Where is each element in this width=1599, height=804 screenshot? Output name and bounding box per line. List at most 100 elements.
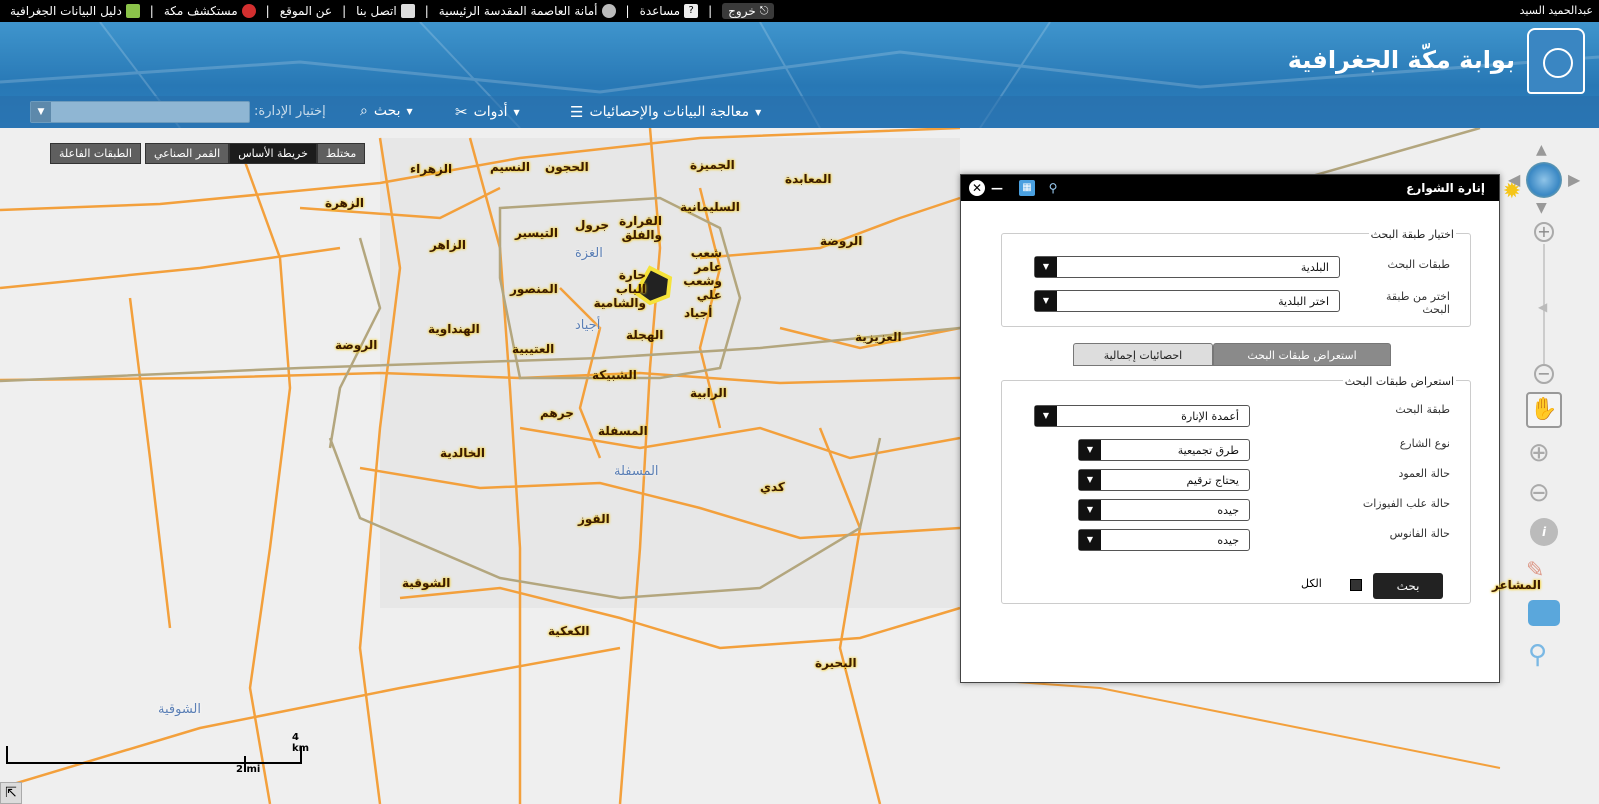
fieldset-legend: استعراض طبقات البحث xyxy=(1342,375,1456,388)
top-links: دليل البيانات الجغرافية | مستكشف مكة | ع… xyxy=(10,0,775,22)
map-label: الغزة xyxy=(575,246,603,261)
link-help[interactable]: ? مساعدة xyxy=(640,4,699,18)
chevron-down-icon: ▼ xyxy=(1035,291,1057,311)
map-label: السليمانية xyxy=(680,200,740,214)
separator: | xyxy=(342,4,347,18)
search-icon: ⌕ xyxy=(360,103,368,119)
link-explorer[interactable]: مستكشف مكة xyxy=(164,4,256,18)
lamp-status-label: حالة الفانوس xyxy=(1389,527,1450,540)
active-layers-button[interactable]: الطبقات الفاعلة xyxy=(50,143,141,164)
fuse-status-select[interactable]: جيده ▼ xyxy=(1078,499,1250,521)
browse-fieldset: استعراض طبقات البحث طبقة البحث أعمدة الإ… xyxy=(1001,375,1471,604)
expand-arrow-icon[interactable]: ⇱ xyxy=(0,782,22,804)
map-label: الهجلة xyxy=(626,328,664,342)
map-label: أجياد xyxy=(575,318,601,333)
search-button[interactable]: بحث xyxy=(1373,573,1443,599)
data-guide-icon xyxy=(125,4,140,18)
basemap-button[interactable]: خريطة الأساس xyxy=(229,143,317,164)
nav-label: أدوات xyxy=(473,104,508,120)
zoom-out-tool-icon[interactable]: ⊖ xyxy=(1528,478,1550,508)
pan-left-icon[interactable]: ◀ xyxy=(1508,170,1520,189)
mixed-button[interactable]: مختلط xyxy=(316,143,366,164)
separator: | xyxy=(625,4,630,18)
street-type-select[interactable]: طرق تجميعية ▼ xyxy=(1078,439,1250,461)
link-label: مساعدة xyxy=(639,4,681,18)
map-label: أجياد xyxy=(684,306,713,320)
minimize-icon[interactable]: — xyxy=(989,180,1005,196)
map-label: الكعكية xyxy=(548,624,590,638)
pan-up-icon[interactable]: ▲ xyxy=(1536,142,1547,158)
map-label: القوز xyxy=(578,512,610,526)
chevron-down-icon: ▼ xyxy=(513,107,520,117)
nav-tools[interactable]: ▼ أدوات ✂ xyxy=(455,103,520,121)
tab-browse-layers[interactable]: استعراض طبقات البحث xyxy=(1213,343,1391,366)
search-layer-fieldset: اختيار طبقة البحث طبقات البحث البلدية ▼ ا… xyxy=(1001,228,1471,327)
contact-icon xyxy=(400,4,415,18)
chevron-down-icon: ▼ xyxy=(1035,257,1057,277)
layer-switcher: الطبقات الفاعلة القمر الصناعي خريطة الأس… xyxy=(50,143,366,164)
nav-search[interactable]: ▼ بحث ⌕ xyxy=(360,103,413,119)
nav-data-processing[interactable]: ▼ معالجة البيانات والإحصائيات ☰ xyxy=(570,103,761,121)
choose-municipality-select[interactable]: اختر البلدية ▼ xyxy=(1034,290,1340,312)
search-layers-label: طبقات البحث xyxy=(1387,258,1450,271)
chevron-down-icon: ▼ xyxy=(1035,406,1057,426)
header: بوابة مكّة الجغرافية ▼ معالجة البيانات و… xyxy=(0,22,1599,128)
pan-down-icon[interactable]: ▼ xyxy=(1536,200,1547,216)
camera-icon[interactable] xyxy=(1528,600,1560,626)
zoom-slider-handle[interactable]: ◀ xyxy=(1538,300,1547,314)
select-value: أعمدة الإنارة xyxy=(1181,410,1239,423)
lamp-status-select[interactable]: جيده ▼ xyxy=(1078,529,1250,551)
search-layers-select[interactable]: البلدية ▼ xyxy=(1034,256,1340,278)
separator: | xyxy=(424,4,429,18)
top-bar: عبدالحميد السيد دليل البيانات الجغرافية … xyxy=(0,0,1599,22)
database-icon: ☰ xyxy=(570,103,584,121)
select-value: يحتاج ترقيم xyxy=(1186,474,1239,487)
map-label: كدي xyxy=(760,480,785,494)
portal-title: بوابة مكّة الجغرافية xyxy=(1287,46,1515,74)
select-value: طرق تجميعية xyxy=(1177,444,1239,457)
map-label: البحيرة xyxy=(815,656,857,670)
pole-status-select[interactable]: يحتاج ترقيم ▼ xyxy=(1078,469,1250,491)
pan-right-icon[interactable]: ▶ xyxy=(1568,170,1580,189)
zoom-in-tool-icon[interactable]: ⊕ xyxy=(1528,438,1550,468)
link-label: اتصل بنا xyxy=(356,4,397,18)
street-lighting-panel: إنارة الشوارع ✕ — ▦ ⚲ ✹ اختيار طبقة البح… xyxy=(960,174,1521,683)
map-label: الروضة xyxy=(335,338,378,352)
map-navigation-tools: ◀ ▶ ▲ ▼ + ◀ − ✋ ⊕ ⊖ i ✎ المشاعر ⚲ xyxy=(1492,140,1596,700)
tab-statistics[interactable]: احصائيات إجمالية xyxy=(1073,343,1213,366)
link-about[interactable]: عن الموقع xyxy=(280,4,332,18)
map-label: الشبيكة xyxy=(592,368,637,382)
close-icon[interactable]: ✕ xyxy=(969,180,985,196)
map-pin-icon[interactable]: ⚲ xyxy=(1045,180,1061,196)
admin-select[interactable]: ▼ xyxy=(30,101,250,123)
search-layer-label: طبقة البحث xyxy=(1395,403,1450,416)
link-municipality[interactable]: أمانة العاصمة المقدسة الرئيسية xyxy=(439,4,616,18)
explorer-icon xyxy=(241,4,256,18)
map-label: الروضة xyxy=(820,234,863,248)
search-layer-select[interactable]: أعمدة الإنارة ▼ xyxy=(1034,405,1250,427)
table-icon[interactable]: ▦ xyxy=(1019,180,1035,196)
logout-button[interactable]: ⎋ خروج xyxy=(722,3,775,19)
zoom-in-icon[interactable]: + xyxy=(1534,222,1554,242)
map-label: شعب عامر وشعب علي xyxy=(683,246,722,302)
scale-km-label: 4 km xyxy=(292,732,310,754)
map-label: الشوقية xyxy=(402,576,451,590)
map-label: الحجون xyxy=(545,160,589,174)
pan-hand-icon[interactable]: ✋ xyxy=(1526,392,1562,428)
select-value: اختر البلدية xyxy=(1278,295,1329,308)
nav-label: بحث xyxy=(373,103,401,119)
map-label: الزاهر xyxy=(430,238,466,252)
logout-icon: ⎋ xyxy=(759,4,769,17)
chevron-down-icon: ▼ xyxy=(31,102,51,122)
satellite-button[interactable]: القمر الصناعي xyxy=(144,143,230,164)
globe-icon[interactable] xyxy=(1526,162,1562,198)
select-value: جيده xyxy=(1217,534,1239,547)
info-icon[interactable]: i xyxy=(1530,518,1558,546)
magnifier-icon[interactable]: ⚲ xyxy=(1528,640,1547,670)
link-data-guide[interactable]: دليل البيانات الجغرافية xyxy=(10,4,140,18)
zoom-out-icon[interactable]: − xyxy=(1534,364,1554,384)
scale-bar: 4 km 2 mi xyxy=(4,732,316,782)
street-type-label: نوع الشارع xyxy=(1399,437,1450,450)
select-all-checkbox[interactable] xyxy=(1350,579,1362,591)
link-contact[interactable]: اتصل بنا xyxy=(356,4,415,18)
